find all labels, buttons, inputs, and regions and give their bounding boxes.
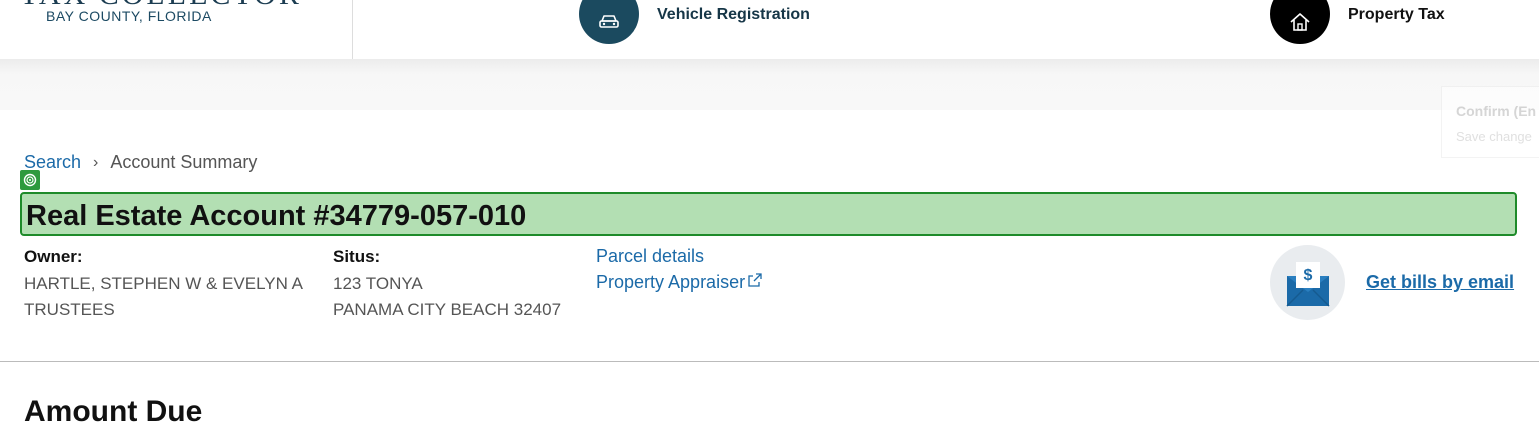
account-title-highlight: Real Estate Account #34779-057-010 bbox=[20, 192, 1517, 236]
section-divider bbox=[0, 361, 1539, 362]
site-header: TAX COLLECTOR BAY COUNTY, FLORIDA Vehicl… bbox=[0, 0, 1539, 59]
get-bills-by-email-link[interactable]: Get bills by email bbox=[1366, 272, 1514, 293]
situs-label: Situs: bbox=[333, 247, 381, 266]
site-logo[interactable]: TAX COLLECTOR BAY COUNTY, FLORIDA bbox=[0, 0, 353, 59]
chevron-right-icon: › bbox=[93, 153, 99, 171]
owner-name-line2: TRUSTEES bbox=[24, 300, 115, 319]
breadcrumb-current: Account Summary bbox=[110, 152, 258, 172]
amount-due-heading: Amount Due bbox=[24, 395, 203, 428]
situs-address-line2: PANAMA CITY BEACH 32407 bbox=[333, 300, 562, 319]
owner-label: Owner: bbox=[24, 247, 83, 266]
logo-subtitle: BAY COUNTY, FLORIDA bbox=[46, 8, 212, 24]
vehicle-registration-nav-icon[interactable] bbox=[579, 0, 639, 44]
property-tax-link[interactable]: Property Tax bbox=[1348, 6, 1445, 24]
property-appraiser-link-wrap[interactable]: Property Appraiser bbox=[596, 272, 763, 293]
popup-title: Confirm (En bbox=[1456, 103, 1537, 119]
breadcrumb: Search › Account Summary bbox=[24, 152, 257, 173]
header-shadow-band bbox=[0, 59, 1539, 110]
svg-text:$: $ bbox=[1303, 267, 1312, 284]
popup-subtitle: Save change bbox=[1456, 129, 1532, 144]
property-appraiser-link[interactable]: Property Appraiser bbox=[596, 272, 745, 293]
confirm-email-popup[interactable]: Confirm (En Save change bbox=[1441, 86, 1539, 158]
external-link-icon bbox=[748, 272, 762, 287]
target-icon bbox=[20, 170, 40, 190]
parcel-details-link[interactable]: Parcel details bbox=[596, 246, 704, 267]
property-tax-nav-icon[interactable] bbox=[1270, 0, 1330, 44]
vehicle-registration-link[interactable]: Vehicle Registration bbox=[657, 6, 810, 24]
situs-address-line1: 123 TONYA bbox=[333, 274, 423, 293]
house-icon bbox=[1290, 13, 1310, 31]
page-title: Real Estate Account #34779-057-010 bbox=[26, 200, 527, 232]
email-bill-icon[interactable]: $ bbox=[1270, 245, 1345, 320]
owner-name-line1: HARTLE, STEPHEN W & EVELYN A bbox=[24, 274, 304, 293]
car-icon bbox=[599, 15, 619, 28]
